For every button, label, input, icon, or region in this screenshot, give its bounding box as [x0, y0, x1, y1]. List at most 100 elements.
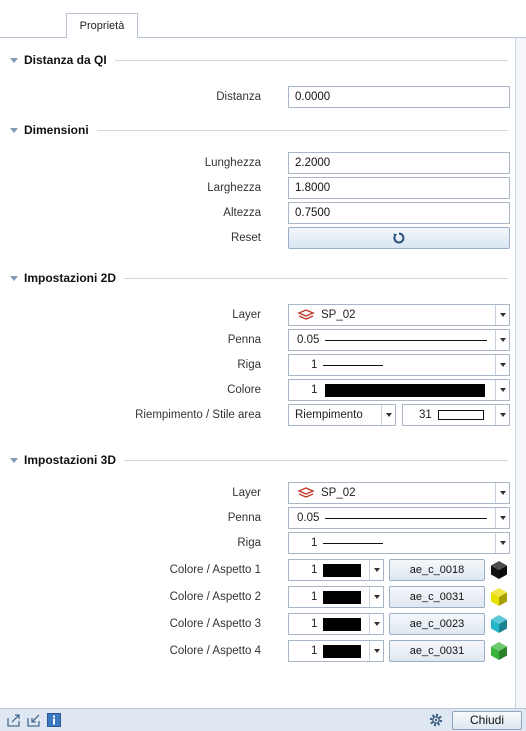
- aspetto-3-surface-button[interactable]: ae_c_0023: [389, 613, 485, 635]
- color-swatch: [323, 563, 362, 577]
- color-swatch: [323, 617, 362, 631]
- dropdown-arrow-icon[interactable]: [369, 614, 383, 634]
- layer-2d-value: SP_02: [321, 309, 356, 321]
- penna-2d-value: 0.05: [297, 334, 320, 346]
- colore-2d-value: 1: [311, 384, 318, 396]
- altezza-field[interactable]: 0.7500: [288, 202, 510, 224]
- dropdown-arrow-icon[interactable]: [495, 355, 509, 375]
- dropdown-arrow-icon[interactable]: [381, 405, 395, 425]
- distanza-label: Distanza: [216, 91, 261, 103]
- aspetto-3-color-select[interactable]: 1: [288, 613, 384, 635]
- aspetto-4-color-value: 1: [311, 645, 318, 657]
- riga-2d-select[interactable]: 1: [288, 354, 510, 376]
- cube-icon: [491, 588, 507, 606]
- tab-properties[interactable]: Proprietà: [66, 13, 138, 39]
- color-swatch: [325, 383, 486, 397]
- aspetto-2-label: Colore / Aspetto 2: [169, 591, 261, 603]
- aspetto-4-label: Colore / Aspetto 4: [169, 645, 261, 657]
- status-bar: Chiudi: [0, 708, 526, 731]
- color-swatch: [323, 590, 362, 604]
- section-title: Distanza da QI: [24, 53, 107, 67]
- larghezza-label: Larghezza: [207, 182, 261, 194]
- lunghezza-field[interactable]: 2.2000: [288, 152, 510, 174]
- aspetto-3-color-value: 1: [311, 618, 318, 630]
- cube-icon: [491, 561, 507, 579]
- layer-2d-select[interactable]: SP_02: [288, 304, 510, 326]
- riga-3d-select[interactable]: 1: [288, 532, 510, 554]
- reset-label: Reset: [230, 232, 261, 244]
- colore-2d-label: Colore: [227, 384, 261, 396]
- pen-line-sample: [325, 517, 488, 519]
- riga-3d-value: 1: [311, 537, 318, 549]
- dropdown-arrow-icon[interactable]: [369, 641, 383, 661]
- dropdown-arrow-icon[interactable]: [495, 305, 509, 325]
- section-title: Dimensioni: [24, 123, 89, 137]
- lunghezza-label: Lunghezza: [204, 157, 261, 169]
- line-type-sample: [323, 542, 384, 544]
- stile-area-select[interactable]: 31: [402, 404, 510, 426]
- aspetto-1-color-value: 1: [311, 564, 318, 576]
- collapse-chevron-icon[interactable]: [10, 127, 18, 133]
- gear-icon[interactable]: [428, 712, 444, 728]
- aspetto-2-surface-button[interactable]: ae_c_0031: [389, 586, 485, 608]
- stile-area-value: 31: [419, 409, 432, 421]
- section-impostazioni-3d[interactable]: Impostazioni 3D: [8, 452, 508, 468]
- dropdown-arrow-icon[interactable]: [495, 483, 509, 503]
- dropdown-arrow-icon[interactable]: [495, 330, 509, 350]
- section-title: Impostazioni 3D: [24, 453, 117, 467]
- dropdown-arrow-icon[interactable]: [495, 405, 509, 425]
- reset-icon: [393, 232, 405, 244]
- dropdown-arrow-icon[interactable]: [495, 508, 509, 528]
- export-icon[interactable]: [6, 712, 22, 728]
- collapse-chevron-icon[interactable]: [10, 275, 18, 281]
- colore-2d-select[interactable]: 1: [288, 379, 510, 401]
- dropdown-arrow-icon[interactable]: [495, 533, 509, 553]
- layer-2d-label: Layer: [232, 309, 261, 321]
- aspetto-1-label: Colore / Aspetto 1: [169, 564, 261, 576]
- section-divider: [96, 129, 508, 131]
- penna-3d-select[interactable]: 0.05: [288, 507, 510, 529]
- section-divider: [114, 59, 508, 61]
- larghezza-field[interactable]: 1.8000: [288, 177, 510, 199]
- cube-icon: [491, 615, 507, 633]
- penna-3d-value: 0.05: [297, 512, 320, 524]
- aspetto-1-color-select[interactable]: 1: [288, 559, 384, 581]
- penna-2d-select[interactable]: 0.05: [288, 329, 510, 351]
- layer-icon: [297, 487, 315, 498]
- riga-2d-label: Riga: [237, 359, 261, 371]
- properties-panel: Distanza da QI Distanza 0.0000 Dimension…: [0, 38, 516, 708]
- tab-strip: Proprietà: [0, 0, 526, 39]
- info-icon[interactable]: [46, 712, 62, 728]
- aspetto-4-color-select[interactable]: 1: [288, 640, 384, 662]
- pen-line-sample: [325, 339, 488, 341]
- layer-3d-select[interactable]: SP_02: [288, 482, 510, 504]
- dropdown-arrow-icon[interactable]: [495, 380, 509, 400]
- collapse-chevron-icon[interactable]: [10, 57, 18, 63]
- layer-3d-value: SP_02: [321, 487, 356, 499]
- scrollbar-gutter: [516, 38, 526, 708]
- riempimento-label: Riempimento / Stile area: [135, 409, 261, 421]
- aspetto-4-surface-button[interactable]: ae_c_0031: [389, 640, 485, 662]
- aspetto-1-surface-button[interactable]: ae_c_0018: [389, 559, 485, 581]
- distanza-field[interactable]: 0.0000: [288, 86, 510, 108]
- layer-3d-label: Layer: [232, 487, 261, 499]
- altezza-label: Altezza: [223, 207, 261, 219]
- dropdown-arrow-icon[interactable]: [369, 560, 383, 580]
- reset-button[interactable]: [288, 227, 510, 249]
- collapse-chevron-icon[interactable]: [10, 457, 18, 463]
- close-button[interactable]: Chiudi: [452, 711, 522, 730]
- aspetto-3-label: Colore / Aspetto 3: [169, 618, 261, 630]
- riempimento-value: Riempimento: [295, 409, 363, 421]
- riga-2d-value: 1: [311, 359, 318, 371]
- section-distanza[interactable]: Distanza da QI: [8, 52, 508, 68]
- dropdown-arrow-icon[interactable]: [369, 587, 383, 607]
- section-impostazioni-2d[interactable]: Impostazioni 2D: [8, 270, 508, 286]
- riempimento-select[interactable]: Riempimento: [288, 404, 396, 426]
- cube-icon: [491, 642, 507, 660]
- penna-3d-label: Penna: [227, 512, 261, 524]
- color-swatch: [323, 644, 362, 658]
- import-icon[interactable]: [26, 712, 42, 728]
- aspetto-2-color-select[interactable]: 1: [288, 586, 384, 608]
- section-dimensioni[interactable]: Dimensioni: [8, 122, 508, 138]
- penna-2d-label: Penna: [227, 334, 261, 346]
